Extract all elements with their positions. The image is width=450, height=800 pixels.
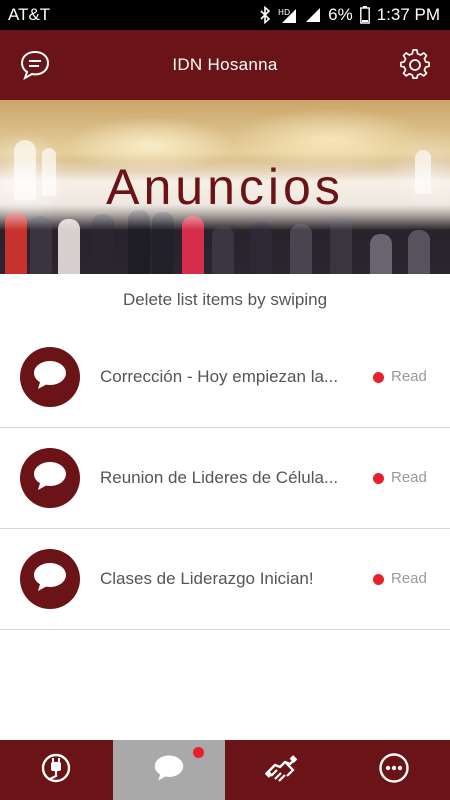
app-title: IDN Hosanna [172,55,278,74]
read-label[interactable]: Read [391,368,427,385]
unread-indicator [373,574,384,585]
list-item[interactable]: Clases de Liderazgo Inician! Read [0,529,450,630]
notification-badge [192,747,204,758]
person [212,226,234,274]
unread-indicator [373,372,384,383]
tab-more[interactable] [338,740,450,800]
battery-percent: 6% [328,5,353,24]
list-item[interactable]: Reunion de Lideres de Célula... Read [0,428,450,529]
speech-bubble-icon [32,359,68,396]
unread-indicator [373,473,384,484]
hero-banner: Anuncios [0,100,450,274]
announcement-list: Corrección - Hoy empiezan la... Read Reu… [0,327,450,630]
app-bar: IDN Hosanna [0,30,450,100]
cell-signal-icon [305,7,321,23]
person [290,224,312,274]
handshake-icon [264,752,298,789]
power-plug-icon [40,752,72,789]
tab-announcements[interactable] [112,740,225,800]
tab-power[interactable] [0,740,113,800]
bluetooth-icon [259,6,271,24]
hd-signal-icon: HD [278,6,298,24]
bottom-nav [0,740,450,800]
carrier-label: AT&T [8,5,51,24]
person [370,234,392,274]
swipe-hint: Delete list items by swiping [122,290,328,309]
announcement-avatar [20,549,80,609]
status-icons: HD 6% 1:37 PM [259,5,440,25]
announcement-avatar [20,347,80,407]
person [408,230,430,274]
chat-bubble-icon [153,753,185,788]
status-bar: AT&T HD 6% 1:37 PM [0,0,450,30]
read-label[interactable]: Read [391,469,427,486]
more-options-icon [378,752,410,789]
speech-bubble-icon [32,460,68,497]
read-label[interactable]: Read [391,570,427,587]
chat-bubble-icon[interactable] [19,49,51,81]
speech-bubble-icon [32,561,68,598]
svg-text:HD: HD [278,8,290,17]
list-item[interactable]: Corrección - Hoy empiezan la... Read [0,327,450,428]
announcement-title: Corrección - Hoy empiezan la... [100,367,339,386]
tab-connect[interactable] [225,740,338,800]
gear-icon[interactable] [399,49,431,81]
announcement-avatar [20,448,80,508]
clock: 1:37 PM [376,5,440,24]
hero-title: Anuncios [106,159,344,215]
battery-icon [359,6,370,24]
announcement-title: Clases de Liderazgo Inician! [100,569,314,588]
announcement-title: Reunion de Lideres de Célula... [100,468,339,487]
